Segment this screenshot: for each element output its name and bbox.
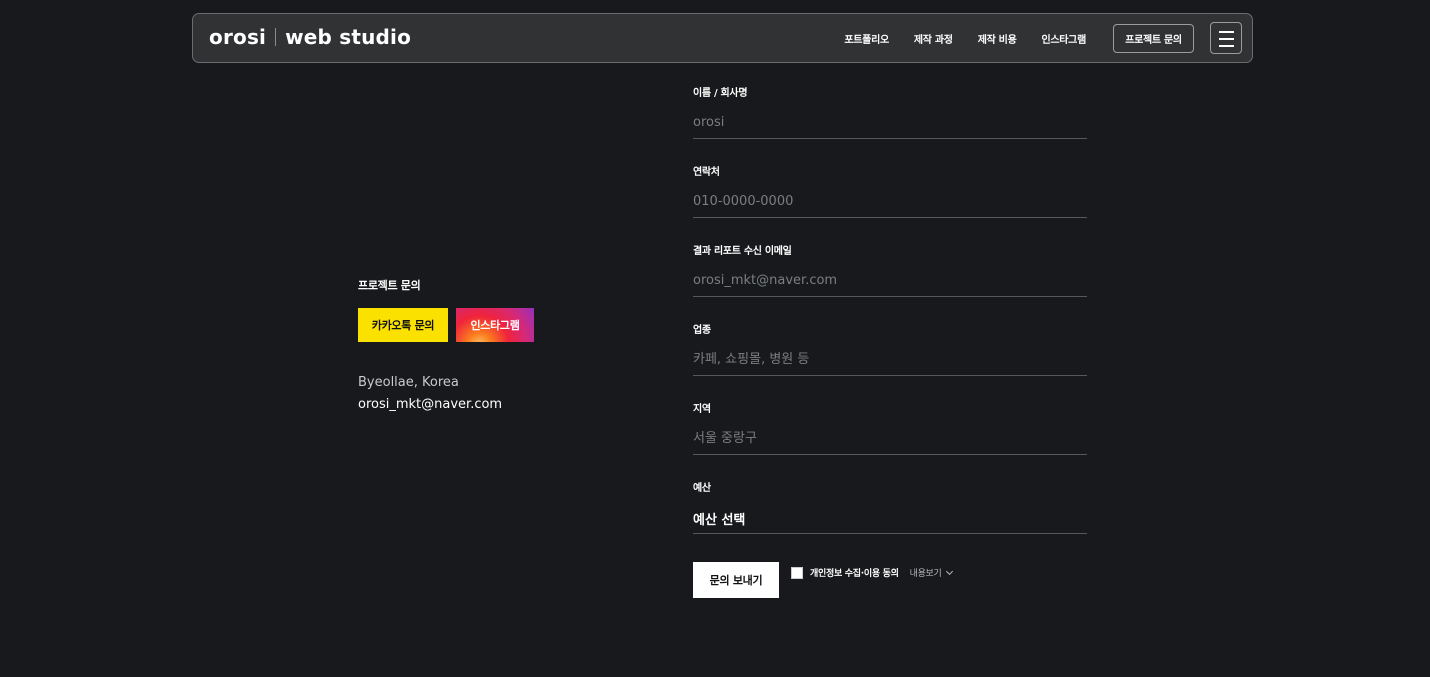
contact-title: 프로젝트 문의 [358, 279, 421, 292]
project-inquiry-button[interactable]: 프로젝트 문의 [1113, 24, 1194, 53]
industry-field-group: 업종 [693, 321, 1087, 400]
privacy-consent-checkbox[interactable] [791, 566, 803, 579]
industry-input[interactable] [693, 343, 1087, 376]
phone-label: 연락처 [693, 167, 720, 178]
instagram-button[interactable]: 인스타그램 [456, 308, 534, 342]
kakao-inquiry-button[interactable]: 카카오톡 문의 [358, 308, 448, 342]
phone-field-group: 연락처 [693, 163, 1087, 242]
contact-email[interactable]: orosi_mkt@naver.com [358, 397, 502, 412]
main-nav: 포트폴리오 제작 과정 제작 비용 인스타그램 [819, 31, 1086, 46]
name-input[interactable] [693, 106, 1087, 139]
privacy-consent-label[interactable]: 개인정보 수집·이용 동의 [810, 566, 899, 579]
logo-tagline: web studio [285, 25, 412, 49]
name-label: 이름 / 회사명 [693, 88, 748, 99]
privacy-consent: 개인정보 수집·이용 동의 내용보기 [791, 566, 953, 579]
nav-portfolio[interactable]: 포트폴리오 [844, 31, 889, 46]
nav-instagram[interactable]: 인스타그램 [1041, 31, 1086, 46]
hamburger-menu-icon[interactable] [1210, 22, 1242, 54]
logo-divider [275, 28, 277, 46]
region-input[interactable] [693, 422, 1087, 455]
industry-label: 업종 [693, 325, 711, 336]
budget-select[interactable]: 예산 선택 [693, 501, 1087, 534]
budget-field-group: 예산 예산 선택 [693, 479, 1087, 558]
email-label: 결과 리포트 수신 이메일 [693, 246, 792, 257]
nav-pricing[interactable]: 제작 비용 [978, 31, 1017, 46]
email-input[interactable] [693, 264, 1087, 297]
chevron-down-icon [945, 567, 953, 575]
region-label: 지역 [693, 404, 711, 415]
email-field-group: 결과 리포트 수신 이메일 [693, 242, 1087, 321]
phone-input[interactable] [693, 185, 1087, 218]
logo[interactable]: orosi web studio [209, 25, 411, 49]
submit-inquiry-button[interactable]: 문의 보내기 [693, 562, 779, 598]
view-terms-label: 내용보기 [909, 569, 942, 579]
site-header: orosi web studio 포트폴리오 제작 과정 제작 비용 인스타그램… [192, 13, 1253, 63]
name-field-group: 이름 / 회사명 [693, 84, 1087, 163]
view-terms-link[interactable]: 내용보기 [909, 566, 953, 579]
region-field-group: 지역 [693, 400, 1087, 479]
logo-brand: orosi [209, 25, 267, 49]
address-text: Byeollae, Korea [358, 375, 459, 390]
nav-process[interactable]: 제작 과정 [914, 31, 953, 46]
budget-label: 예산 [693, 483, 711, 494]
